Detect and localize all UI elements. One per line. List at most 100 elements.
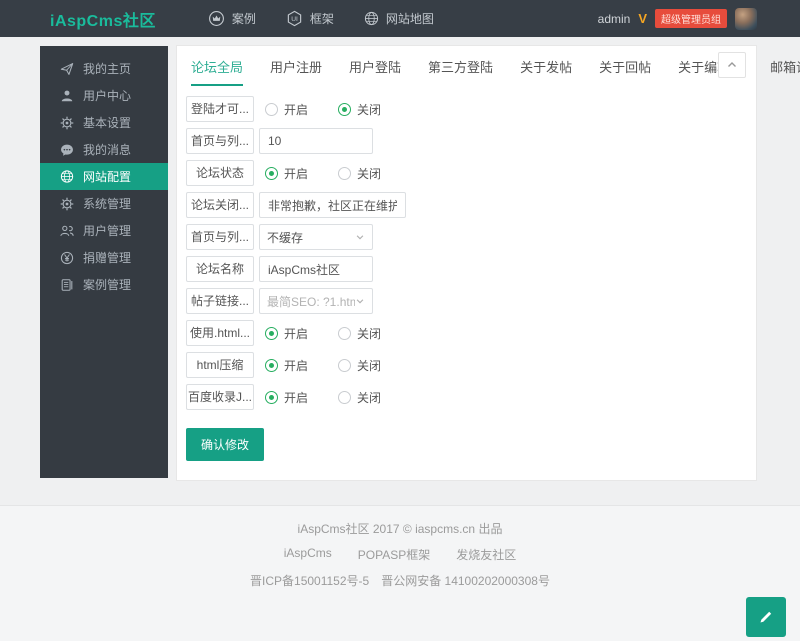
sidebar-item-donation-mgmt[interactable]: 捐赠管理 — [40, 244, 168, 271]
main-panel: 论坛全局用户注册用户登陆第三方登陆关于发帖关于回帖关于编辑器邮箱设置关于邮件 登… — [176, 45, 757, 481]
tab-third-party-login[interactable]: 第三方登陆 — [428, 57, 493, 86]
select-input[interactable]: 最简SEO: ?1.html — [259, 288, 373, 314]
page: iAspCms社区 案例 UI 框架 网站地图 admin V 超级管理员组 我的主页… — [0, 0, 800, 641]
radio-group: 开启 关闭 — [265, 165, 381, 182]
form-row: 首页与列...不缓存 — [186, 224, 756, 250]
radio-circle[interactable] — [338, 391, 351, 404]
radio-circle[interactable] — [338, 359, 351, 372]
radio-label: 开启 — [284, 325, 308, 342]
nav-item-label: 网站地图 — [386, 10, 434, 27]
form-row: 帖子链接... 最简SEO: ?1.html — [186, 288, 756, 314]
nav-menu: 案例 UI 框架 网站地图 — [208, 10, 434, 27]
radio-option[interactable]: 开启 — [265, 389, 308, 406]
field-control: 不缓存 — [259, 224, 373, 250]
sidebar-item-user-mgmt[interactable]: 用户管理 — [40, 217, 168, 244]
field-label: 帖子链接... — [186, 288, 254, 314]
radio-circle[interactable] — [338, 103, 351, 116]
nav-item-cases[interactable]: 案例 — [208, 10, 256, 27]
vip-icon: V — [638, 11, 647, 26]
sidebar-item-label: 我的主页 — [83, 60, 131, 77]
user-icon — [60, 89, 74, 103]
sidebar-item-site-config[interactable]: 网站配置 — [40, 163, 168, 190]
radio-label: 开启 — [284, 165, 308, 182]
form-rows: 登陆才可...开启关闭首页与列...论坛状态开启关闭论坛关闭...首页与列...… — [186, 96, 756, 410]
text-input[interactable] — [259, 128, 373, 154]
tab-about-reply[interactable]: 关于回帖 — [599, 57, 651, 86]
tab-user-register[interactable]: 用户注册 — [270, 57, 322, 86]
radio-label: 开启 — [284, 101, 308, 118]
select-value: 最简SEO: ?1.html — [267, 293, 355, 310]
radio-circle[interactable] — [265, 167, 278, 180]
app-logo[interactable]: iAspCms社区 — [50, 7, 156, 31]
radio-option[interactable]: 开启 — [265, 325, 308, 342]
radio-option[interactable]: 开启 — [265, 165, 308, 182]
settings-form: 登陆才可...开启关闭首页与列...论坛状态开启关闭论坛关闭...首页与列...… — [177, 86, 756, 461]
sidebar-item-basic-settings[interactable]: 基本设置 — [40, 109, 168, 136]
gear-icon — [60, 197, 74, 211]
radio-option[interactable]: 关闭 — [338, 101, 381, 118]
select-input[interactable]: 不缓存 — [259, 224, 373, 250]
radio-label: 关闭 — [357, 101, 381, 118]
radio-circle[interactable] — [265, 359, 278, 372]
sidebar-item-home[interactable]: 我的主页 — [40, 55, 168, 82]
radio-option[interactable]: 关闭 — [338, 325, 381, 342]
navbar-user-area: admin V 超级管理员组 — [598, 8, 757, 30]
chevron-down-icon — [355, 232, 365, 242]
tab-mail-settings[interactable]: 邮箱设置 — [770, 57, 800, 86]
radio-option[interactable]: 开启 — [265, 357, 308, 374]
sidebar-item-messages[interactable]: 我的消息 — [40, 136, 168, 163]
footer: iAspCms社区 2017 © iaspcms.cn 出品 iAspCmsPO… — [0, 505, 800, 641]
collapse-button[interactable] — [718, 52, 746, 78]
footer-links: iAspCms POPASP框架 发烧友社区 — [0, 537, 800, 563]
radio-option[interactable]: 关闭 — [338, 389, 381, 406]
radio-label: 开启 — [284, 389, 308, 406]
sidebar-item-label: 用户管理 — [83, 222, 131, 239]
radio-circle[interactable] — [338, 327, 351, 340]
radio-option[interactable]: 开启 — [265, 101, 308, 118]
tab-bar: 论坛全局用户注册用户登陆第三方登陆关于发帖关于回帖关于编辑器邮箱设置关于邮件 — [177, 46, 756, 86]
yen-icon — [60, 251, 74, 265]
radio-label: 关闭 — [357, 325, 381, 342]
field-label: html压缩 — [186, 352, 254, 378]
text-input[interactable] — [259, 192, 406, 218]
username[interactable]: admin — [598, 12, 631, 26]
field-control — [259, 192, 406, 218]
nav-item-label: 案例 — [232, 10, 256, 27]
users-icon — [60, 224, 74, 238]
radio-circle[interactable] — [265, 103, 278, 116]
radio-option[interactable]: 关闭 — [338, 165, 381, 182]
footer-link[interactable]: POPASP框架 — [358, 546, 430, 563]
radio-group: 开启 关闭 — [265, 357, 381, 374]
sidebar-item-system-mgmt[interactable]: 系统管理 — [40, 190, 168, 217]
role-badge: 超级管理员组 — [655, 9, 727, 28]
sidebar-item-label: 系统管理 — [83, 195, 131, 212]
radio-option[interactable]: 关闭 — [338, 357, 381, 374]
nav-item-label: 框架 — [310, 10, 334, 27]
tab-forum-global[interactable]: 论坛全局 — [191, 57, 243, 86]
nav-item-framework[interactable]: UI 框架 — [286, 10, 334, 27]
submit-button[interactable]: 确认修改 — [186, 428, 264, 461]
sidebar-item-case-mgmt[interactable]: 案例管理 — [40, 271, 168, 298]
footer-icp: 晋ICP备15001152号-5 晋公网安备 14100202000308号 — [0, 563, 800, 589]
footer-link[interactable]: iAspCms — [284, 546, 332, 563]
edit-fab-button[interactable] — [746, 597, 786, 637]
chat-icon — [60, 143, 74, 157]
field-label: 百度收录J... — [186, 384, 254, 410]
radio-group: 开启 关闭 — [265, 101, 381, 118]
sidebar-item-user-center[interactable]: 用户中心 — [40, 82, 168, 109]
text-input[interactable] — [259, 256, 373, 282]
radio-circle[interactable] — [265, 391, 278, 404]
tab-about-post[interactable]: 关于发帖 — [520, 57, 572, 86]
radio-circle[interactable] — [265, 327, 278, 340]
avatar[interactable] — [735, 8, 757, 30]
globe-icon — [364, 11, 379, 26]
book-icon — [60, 278, 74, 292]
crown-icon — [208, 10, 225, 27]
field-control: 开启 关闭 — [259, 357, 381, 374]
footer-link[interactable]: 发烧友社区 — [456, 546, 516, 563]
radio-circle[interactable] — [338, 167, 351, 180]
tab-user-login[interactable]: 用户登陆 — [349, 57, 401, 86]
nav-item-sitemap[interactable]: 网站地图 — [364, 10, 434, 27]
select-value: 不缓存 — [267, 229, 303, 246]
svg-text:UI: UI — [291, 16, 298, 23]
